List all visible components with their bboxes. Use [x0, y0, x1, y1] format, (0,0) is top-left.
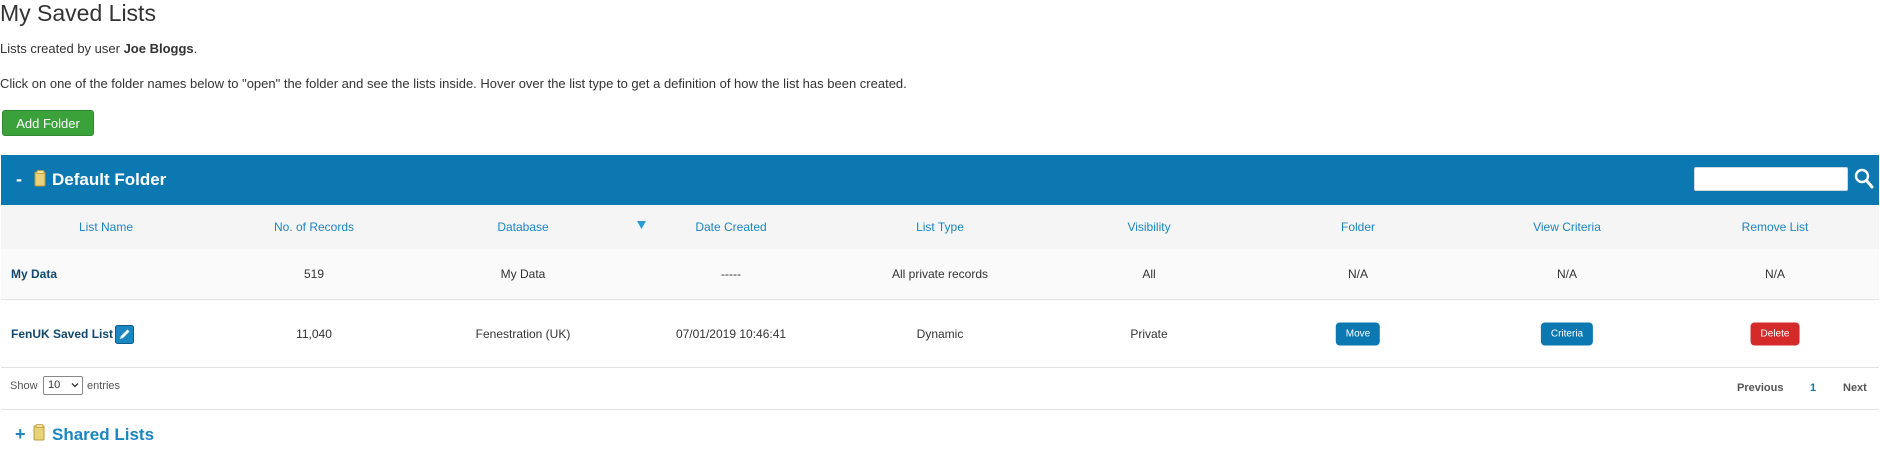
remove-list-cell: N/A — [1764, 267, 1786, 281]
visibility-cell: Private — [1130, 327, 1168, 341]
database-cell: My Data — [500, 267, 546, 281]
criteria-button[interactable]: Criteria — [1540, 322, 1594, 346]
edit-icon[interactable] — [115, 325, 134, 344]
pagination-page-1[interactable]: 1 — [1810, 382, 1816, 394]
default-folder-header[interactable]: - Default Folder — [1, 155, 1879, 205]
pagination-next[interactable]: Next — [1843, 382, 1867, 394]
table-row: My Data 519 My Data ----- All private re… — [1, 249, 1879, 300]
byline-prefix: Lists created by user — [0, 41, 124, 56]
col-remove-list[interactable]: Remove List — [1742, 220, 1809, 234]
pagination-previous[interactable]: Previous — [1737, 382, 1783, 394]
list-type-cell[interactable]: All private records — [892, 267, 988, 281]
col-database[interactable]: Database — [497, 220, 548, 234]
page-title: My Saved Lists — [0, 0, 156, 26]
shared-lists-title[interactable]: Shared Lists — [52, 425, 154, 445]
page-length-select[interactable]: 10 — [43, 376, 83, 395]
instructions-text: Click on one of the folder names below t… — [0, 76, 907, 91]
col-records[interactable]: No. of Records — [274, 220, 354, 234]
add-folder-button[interactable]: Add Folder — [2, 110, 94, 136]
table-row: FenUK Saved List 11,040 Fenestration (UK… — [1, 300, 1879, 368]
date-created-cell: ----- — [721, 267, 741, 281]
col-folder[interactable]: Folder — [1341, 220, 1375, 234]
table-header: List Name No. of Records Database Date C… — [1, 205, 1879, 249]
byline-suffix: . — [193, 41, 198, 56]
records-cell: 519 — [303, 267, 325, 281]
byline-user: Joe Bloggs — [123, 41, 194, 56]
byline: Lists created by user Joe Bloggs. — [0, 41, 197, 56]
list-name-link[interactable]: FenUK Saved List — [11, 327, 113, 341]
move-button[interactable]: Move — [1335, 322, 1381, 346]
delete-button[interactable]: Delete — [1750, 322, 1800, 346]
folder-icon — [34, 170, 46, 187]
search-icon[interactable] — [1854, 168, 1874, 190]
date-created-cell: 07/01/2019 10:46:41 — [675, 327, 787, 341]
col-list-type[interactable]: List Type — [916, 220, 964, 234]
shared-expand-toggle[interactable]: + — [15, 424, 26, 445]
folder-title[interactable]: Default Folder — [52, 170, 166, 190]
col-view-criteria[interactable]: View Criteria — [1533, 220, 1601, 234]
sort-desc-icon[interactable] — [637, 221, 646, 229]
database-cell: Fenestration (UK) — [475, 327, 571, 341]
entries-label: entries — [87, 380, 121, 392]
view-criteria-cell: N/A — [1556, 267, 1578, 281]
col-list-name[interactable]: List Name — [79, 220, 133, 234]
col-date-created[interactable]: Date Created — [695, 220, 766, 234]
chevron-down-icon — [71, 383, 79, 388]
records-cell: 11,040 — [296, 327, 332, 341]
col-visibility[interactable]: Visibility — [1127, 220, 1170, 234]
folder-collapse-toggle[interactable]: - — [16, 169, 22, 190]
visibility-cell: All — [1142, 267, 1156, 281]
folder-cell: N/A — [1347, 267, 1369, 281]
list-name-link[interactable]: My Data — [11, 267, 57, 281]
folder-search-input[interactable] — [1694, 167, 1848, 191]
page-length-value: 10 — [48, 379, 61, 391]
folder-icon — [33, 424, 45, 441]
list-type-cell[interactable]: Dynamic — [917, 327, 964, 341]
table-footer: Show 10 entries Previous 1 Next — [1, 368, 1879, 410]
show-label: Show — [10, 380, 38, 392]
